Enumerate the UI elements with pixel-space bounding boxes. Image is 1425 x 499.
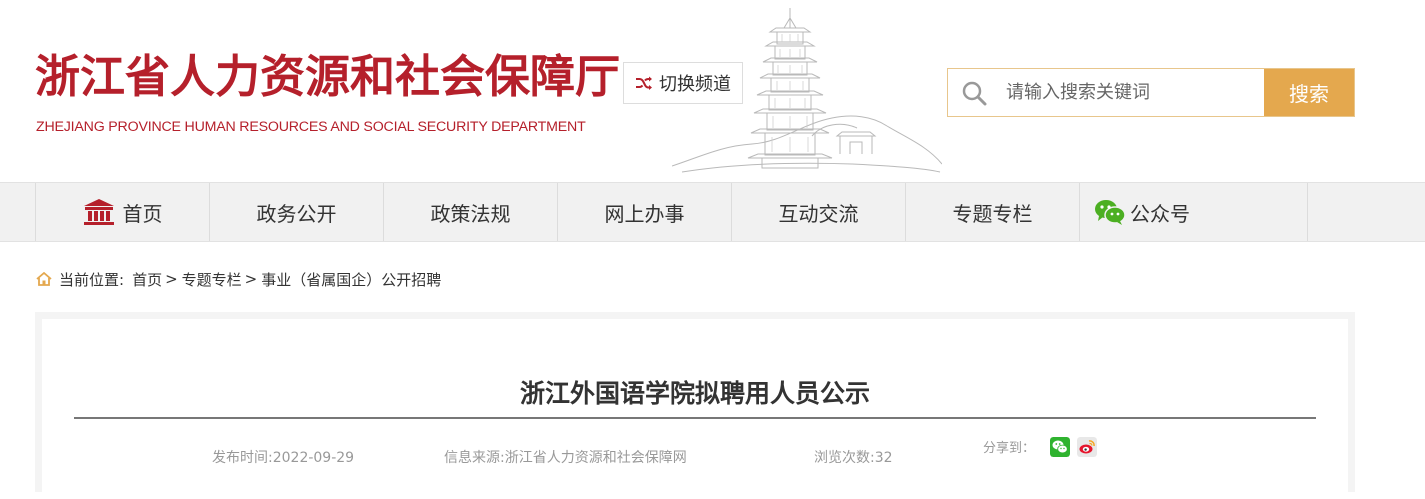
breadcrumb-separator: > [165, 270, 178, 288]
site-logo-subtitle: ZHEJIANG PROVINCE HUMAN RESOURCES AND SO… [36, 119, 586, 135]
search-button[interactable]: 搜索 [1264, 69, 1354, 116]
nav-item-gov-affairs[interactable]: 政务公开 [210, 183, 384, 241]
nav-label: 政策法规 [430, 201, 511, 226]
publish-time: 发布时间:2022-09-29 [212, 450, 355, 466]
nav-label: 专题专栏 [952, 201, 1033, 226]
pagoda-illustration [672, 8, 942, 173]
nav-label: 首页 [122, 201, 163, 226]
nav-item-special-topics[interactable]: 专题专栏 [906, 183, 1080, 241]
wechat-share-icon[interactable] [1050, 437, 1070, 457]
home-icon [36, 272, 52, 286]
shuffle-icon [636, 76, 652, 90]
building-icon [83, 199, 114, 225]
nav-item-official-account[interactable]: 公众号 [1080, 183, 1308, 241]
nav-label: 公众号 [1130, 201, 1190, 226]
article-panel: 浙江外国语学院拟聘用人员公示 发布时间:2022-09-29 信息来源:浙江省人… [42, 319, 1348, 499]
breadcrumb-link-recruitment[interactable]: 事业（省属国企）公开招聘 [261, 269, 441, 290]
search-box: 搜索 [947, 68, 1355, 117]
nav-label: 政务公开 [256, 201, 337, 226]
breadcrumb-link-topics[interactable]: 专题专栏 [182, 269, 242, 290]
share-label: 分享到： [983, 441, 1036, 456]
nav-item-policies[interactable]: 政策法规 [384, 183, 558, 241]
article-title: 浙江外国语学院拟聘用人员公示 [519, 379, 870, 408]
site-header: 浙江省人力资源和社会保障厅 ZHEJIANG PROVINCE HUMAN RE… [0, 0, 1425, 182]
nav-label: 互动交流 [778, 201, 859, 226]
title-divider [74, 417, 1316, 419]
breadcrumb-separator: > [244, 270, 258, 288]
search-input[interactable] [1000, 69, 1264, 116]
breadcrumb-link-home[interactable]: 首页 [132, 269, 162, 290]
weibo-share-icon[interactable] [1077, 437, 1097, 457]
nav-label: 网上办事 [604, 201, 685, 226]
nav-item-online-services[interactable]: 网上办事 [558, 183, 732, 241]
main-nav: 首页 政务公开 政策法规 网上办事 互动交流 专题专栏 公众号 [0, 182, 1425, 242]
nav-item-interaction[interactable]: 互动交流 [732, 183, 906, 241]
article-container: 浙江外国语学院拟聘用人员公示 发布时间:2022-09-29 信息来源:浙江省人… [35, 312, 1355, 499]
article-source: 信息来源:浙江省人力资源和社会保障网 [444, 450, 687, 466]
site-logo-title[interactable]: 浙江省人力资源和社会保障厅 [35, 49, 620, 105]
breadcrumb-prefix: 当前位置: [59, 270, 125, 289]
nav-item-home[interactable]: 首页 [36, 183, 210, 241]
search-icon [948, 69, 1000, 116]
wechat-icon [1095, 200, 1126, 225]
view-count: 浏览次数:32 [814, 450, 893, 466]
breadcrumb: 当前位置: 首页 > 专题专栏 > 事业（省属国企）公开招聘 [36, 268, 441, 290]
